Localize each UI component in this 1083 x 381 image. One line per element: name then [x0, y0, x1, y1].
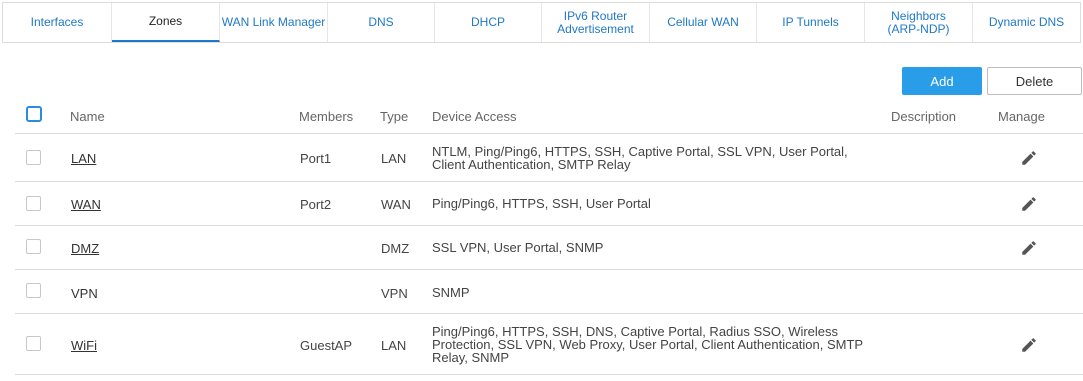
zone-device-access: NTLM, Ping/Ping6, HTTPS, SSH, Captive Po… [432, 144, 848, 172]
select-all-checkbox[interactable] [26, 106, 42, 122]
zone-type: DMZ [381, 241, 410, 256]
tab-wan-link-manager[interactable]: WAN Link Manager [220, 3, 328, 42]
zone-name: VPN [71, 286, 98, 301]
pencil-icon[interactable] [1020, 239, 1038, 257]
zone-name-link[interactable]: LAN [71, 151, 96, 166]
column-header-manage: Manage [998, 109, 1045, 124]
table-row: LAN Port1 LAN NTLM, Ping/Ping6, HTTPS, S… [15, 134, 1083, 182]
delete-button[interactable]: Delete [987, 67, 1082, 95]
zone-device-access: Ping/Ping6, HTTPS, SSH, DNS, Captive Por… [432, 324, 864, 365]
tab-dhcp[interactable]: DHCP [435, 3, 542, 42]
tab-dynamic-dns[interactable]: Dynamic DNS [973, 3, 1080, 42]
tab-bar: Interfaces Zones WAN Link Manager DNS DH… [2, 2, 1081, 43]
column-header-type[interactable]: Type [380, 109, 408, 124]
zone-type: LAN [381, 338, 407, 353]
row-checkbox[interactable] [26, 336, 41, 351]
zone-name-link[interactable]: WAN [71, 197, 101, 212]
zone-name-link[interactable]: WiFi [71, 338, 97, 353]
zone-name-link[interactable]: DMZ [71, 241, 99, 256]
tab-interfaces[interactable]: Interfaces [3, 3, 112, 42]
zone-device-access: Ping/Ping6, HTTPS, SSH, User Portal [432, 196, 651, 211]
row-checkbox[interactable] [26, 283, 41, 298]
row-checkbox[interactable] [26, 150, 41, 165]
column-header-device-access[interactable]: Device Access [432, 109, 517, 124]
table-row: VPN VPN SNMP [15, 270, 1083, 314]
row-checkbox[interactable] [26, 239, 41, 254]
zone-device-access: SSL VPN, User Portal, SNMP [432, 240, 604, 255]
column-header-description[interactable]: Description [891, 109, 956, 124]
zone-members: Port2 [300, 197, 332, 212]
table-row: DMZ DMZ SSL VPN, User Portal, SNMP [15, 226, 1083, 270]
add-button[interactable]: Add [902, 67, 982, 95]
column-header-name[interactable]: Name [70, 109, 105, 124]
tab-cellular-wan[interactable]: Cellular WAN [650, 3, 757, 42]
tab-ip-tunnels[interactable]: IP Tunnels [757, 3, 865, 42]
table-row: WiFi GuestAP LAN Ping/Ping6, HTTPS, SSH,… [15, 314, 1083, 375]
pencil-icon[interactable] [1020, 149, 1038, 167]
tab-neighbors[interactable]: Neighbors (ARP-NDP) [865, 3, 973, 42]
zone-type: VPN [381, 286, 408, 301]
zone-type: LAN [381, 151, 407, 166]
zone-type: WAN [381, 197, 411, 212]
zone-device-access: SNMP [432, 285, 470, 300]
tab-zones[interactable]: Zones [112, 3, 220, 42]
row-checkbox[interactable] [26, 196, 41, 211]
pencil-icon[interactable] [1020, 195, 1038, 213]
table-header: Name Members Type Device Access Descript… [15, 100, 1083, 134]
column-header-members[interactable]: Members [299, 109, 353, 124]
table-row: WAN Port2 WAN Ping/Ping6, HTTPS, SSH, Us… [15, 182, 1083, 226]
pencil-icon[interactable] [1020, 336, 1038, 354]
tab-ipv6-router-advertisement[interactable]: IPv6 Router Advertisement [542, 3, 650, 42]
tab-dns[interactable]: DNS [328, 3, 435, 42]
zone-members: GuestAP [300, 338, 353, 353]
zone-members: Port1 [300, 151, 332, 166]
